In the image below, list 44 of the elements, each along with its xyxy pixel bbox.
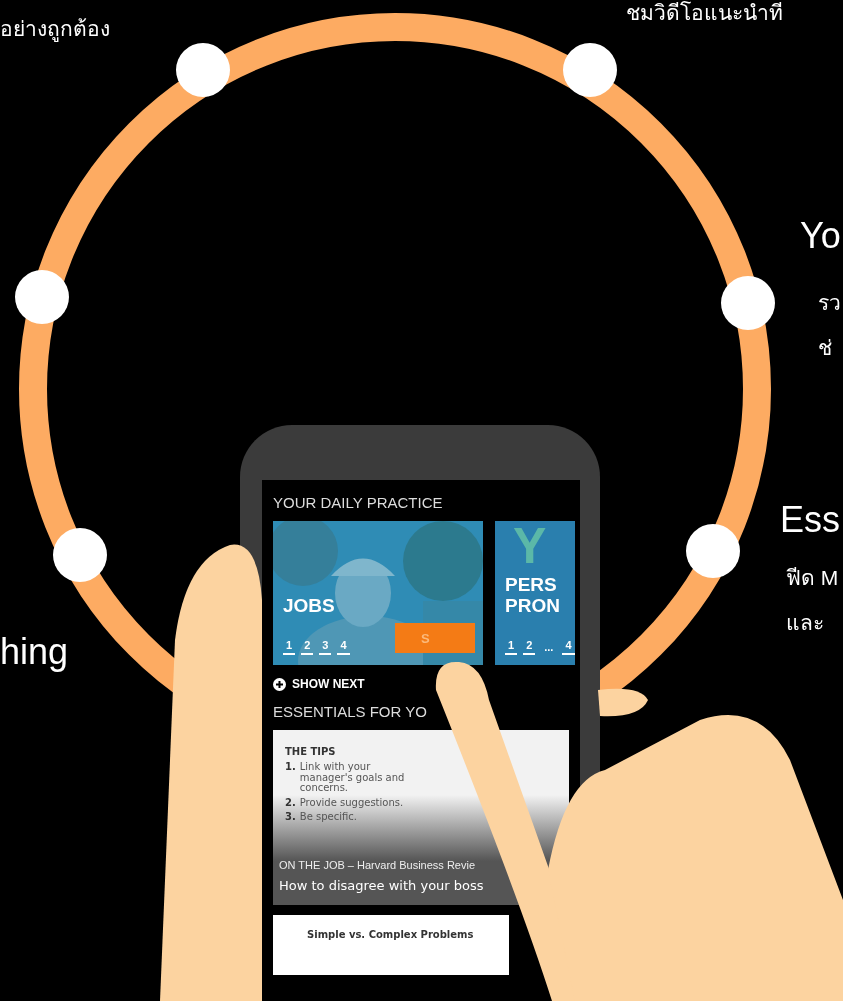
page-number: 1 [283,639,296,655]
page-number: 2 [523,639,536,655]
tip-number: 2. [285,797,296,808]
feature-title: hing [0,630,69,674]
page-number: 4 [337,639,350,655]
feature-text: ฟีด M [786,565,839,591]
page-number: 3 [319,639,332,655]
plus-icon [273,677,286,691]
lesson-card[interactable]: JOBS 1 2 3 4 S [273,521,483,665]
thumb-tip [598,688,648,717]
section-heading: ESSENTIALS FOR YO [273,703,428,720]
tips-title: THE TIPS [285,746,337,757]
node-dot [53,528,107,582]
feature-text: และ [786,610,824,636]
feature-text: ชมวิดีโอแนะนำที [626,0,783,26]
lesson-card[interactable]: Y PERS PRON 1 2 ... 4 [495,521,575,665]
feature-title: Yo [800,214,841,258]
node-dot [15,270,69,324]
feature-text: อย่างถูกต้อง [0,16,110,42]
node-dot [686,524,740,578]
card-letter: Y [513,521,547,571]
article-title: How to disagree with your boss [279,878,484,893]
page-number: ... [543,641,555,655]
page-number: 2 [301,639,314,655]
show-next-button[interactable]: SHOW NEXT [273,675,365,693]
card-title: PERS PRON [505,575,561,617]
page-number: 4 [562,639,575,655]
node-dot [176,43,230,97]
tip-text: Be specific. [299,812,357,823]
tip-number: 1. [285,762,296,774]
tip-text: Provide suggestions. [299,797,404,808]
card-title: JOBS [283,596,336,617]
tip-number: 3. [285,812,296,823]
feature-title: Ess [780,498,840,542]
node-dot [721,276,775,330]
section-heading: YOUR DAILY PRACTICE [273,494,444,511]
feature-text: ช่ [818,335,832,361]
article-card[interactable]: Simple vs. Complex Problems [273,915,509,975]
article-heading: Simple vs. Complex Problems [307,929,475,940]
node-dot [563,43,617,97]
feature-text: รว [818,290,841,316]
article-category: ON THE JOB – Harvard Business Revie [279,859,476,871]
tip-text: Link with your manager's goals and concerns. [299,762,406,794]
page-number: 1 [505,639,518,655]
